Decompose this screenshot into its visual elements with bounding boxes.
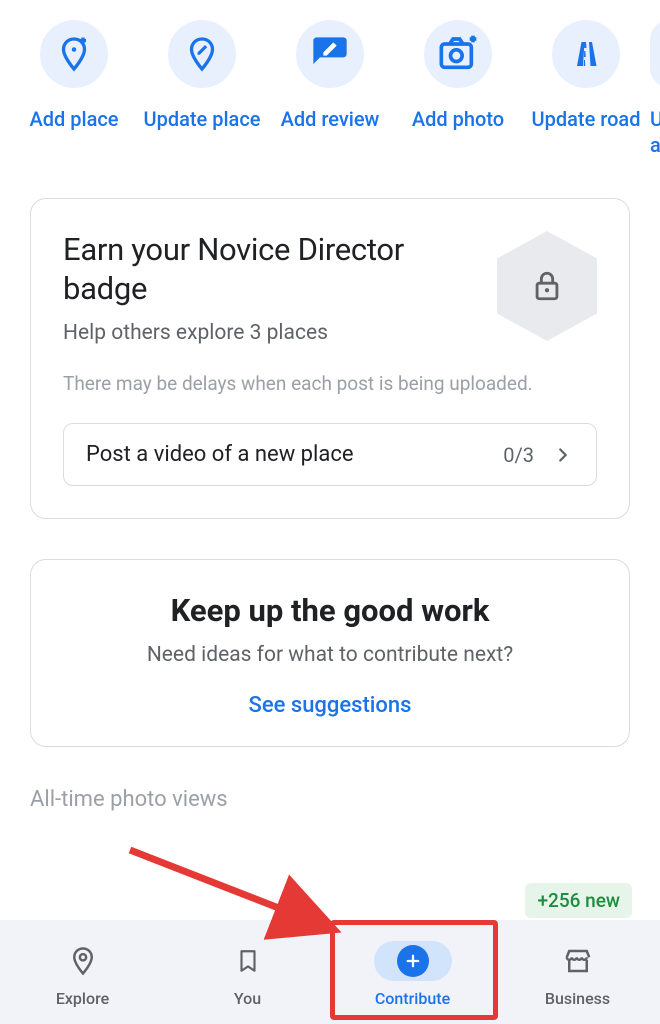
see-suggestions-link[interactable]: See suggestions <box>249 693 412 718</box>
action-peek: U a <box>650 20 660 158</box>
lock-badge-icon <box>497 231 597 341</box>
badge-note: There may be delays when each post is be… <box>63 371 597 398</box>
action-label: Add review <box>281 106 380 132</box>
badge-title: Earn your Novice Director badge <box>63 231 477 309</box>
task-count: 0/3 <box>503 443 534 467</box>
peek-icon <box>650 20 660 88</box>
add-review-icon <box>296 20 364 88</box>
badge-card: Earn your Novice Director badge Help oth… <box>30 198 630 519</box>
action-update-place[interactable]: Update place <box>138 20 266 158</box>
nav-explore[interactable]: Explore <box>0 941 165 1008</box>
pin-outline-icon <box>44 941 122 981</box>
action-label: Add photo <box>412 106 504 132</box>
contribute-actions-row: Add place Update place Add review Add ph… <box>0 0 660 158</box>
nav-contribute[interactable]: Contribute <box>330 941 495 1008</box>
action-label: U a <box>650 106 660 158</box>
update-place-icon <box>168 20 236 88</box>
chevron-right-icon <box>552 444 574 466</box>
good-work-subtitle: Need ideas for what to contribute next? <box>63 643 597 667</box>
storefront-icon <box>539 941 617 981</box>
action-label: Update place <box>144 106 261 132</box>
badge-task-row[interactable]: Post a video of a new place 0/3 <box>63 423 597 486</box>
good-work-card: Keep up the good work Need ideas for wha… <box>30 559 630 747</box>
views-delta-badge: +256 new <box>525 883 632 918</box>
task-label: Post a video of a new place <box>86 442 503 467</box>
nav-you[interactable]: You <box>165 941 330 1008</box>
nav-label: Explore <box>56 989 109 1008</box>
plus-circle-icon <box>374 941 452 981</box>
bookmark-icon <box>209 941 287 981</box>
action-label: Add place <box>29 106 118 132</box>
update-road-icon <box>552 20 620 88</box>
nav-label: You <box>234 989 261 1008</box>
nav-business[interactable]: Business <box>495 941 660 1008</box>
good-work-title: Keep up the good work <box>63 592 597 629</box>
action-update-road[interactable]: Update road <box>522 20 650 158</box>
all-time-views-label: All-time photo views <box>30 787 630 812</box>
action-add-review[interactable]: Add review <box>266 20 394 158</box>
add-place-icon <box>40 20 108 88</box>
nav-label: Contribute <box>375 989 450 1008</box>
add-photo-icon <box>424 20 492 88</box>
action-add-place[interactable]: Add place <box>10 20 138 158</box>
action-label: Update road <box>532 106 641 132</box>
badge-subtitle: Help others explore 3 places <box>63 321 477 345</box>
nav-label: Business <box>545 989 610 1008</box>
bottom-nav: Explore You Contribute Business <box>0 920 660 1024</box>
action-add-photo[interactable]: Add photo <box>394 20 522 158</box>
